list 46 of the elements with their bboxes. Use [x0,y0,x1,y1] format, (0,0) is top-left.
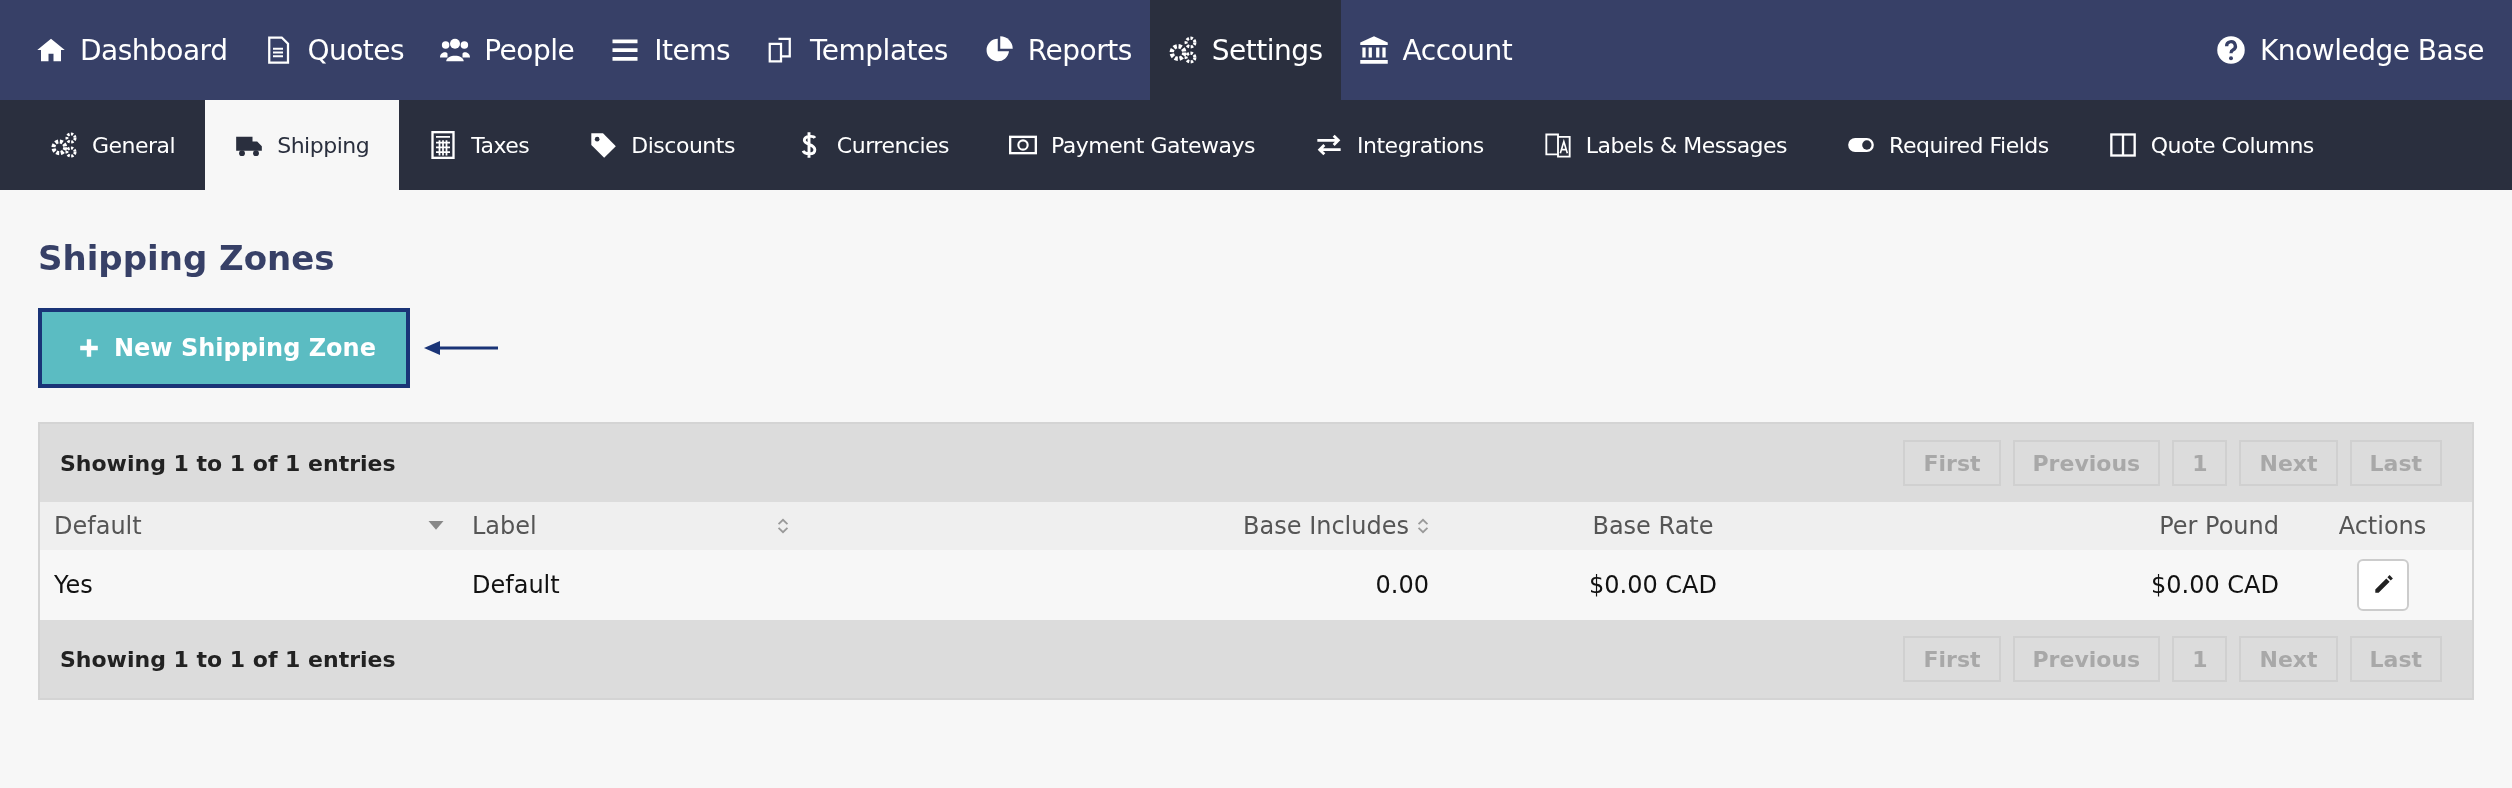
main-menu-tab[interactable]: Quotes [245,0,423,100]
column-header[interactable]: Base Rate [1592,512,1714,540]
gears-icon [50,131,78,159]
plus-icon [78,337,100,359]
main-menu-tab[interactable]: Templates [748,0,966,100]
subsection-tab[interactable]: Integrations [1285,100,1514,190]
main-menu-tab[interactable]: Account [1340,0,1531,100]
subsection-tab[interactable]: Discounts [559,100,765,190]
main-menu-tab[interactable]: Settings [1149,0,1341,100]
calculator-icon [429,131,458,159]
help-icon [2216,35,2246,65]
entries-info: Showing 1 to 1 of 1 entries [60,450,396,476]
subsection-tab[interactable]: Shipping [205,100,400,190]
subsection-tab[interactable]: Labels & Messages [1513,100,1818,190]
subsection-tab[interactable]: Currencies [764,100,980,190]
table-cell: Yes [54,571,93,599]
tag-icon [589,131,618,159]
edit-button[interactable] [2356,559,2409,611]
table-cell: Default [472,571,560,599]
subsection-tab[interactable]: Payment Gateways [979,100,1286,190]
main-menu-tab[interactable]: Reports [965,0,1150,100]
columns-icon [2108,131,2137,159]
knowledge-base-link[interactable]: Knowledge Base [2198,0,2502,100]
gears-icon [1167,35,1198,65]
subsection-tab[interactable]: Quote Columns [2078,100,2344,190]
entries-info: Showing 1 to 1 of 1 entries [60,646,396,672]
column-header[interactable]: Actions [2338,512,2427,540]
page-title: Shipping Zones [38,238,336,278]
subsection-tab[interactable]: Required Fields [1817,100,2079,190]
table-cell: 0.00 [1375,571,1429,599]
sort-icon[interactable] [1417,518,1429,534]
sort-icon[interactable] [777,518,789,534]
bank-icon [1358,35,1389,65]
column-header[interactable]: Per Pound [2159,512,2279,540]
column-header[interactable]: Default [54,512,142,540]
table-cell: $0.00 CAD [1589,571,1717,599]
translate-icon [1543,131,1572,159]
main-menu-tab[interactable]: Items [592,0,748,100]
column-header[interactable]: Base Includes [1243,512,1409,540]
table-cell: $0.00 CAD [2151,571,2279,599]
subsection-tab[interactable]: General [20,100,206,190]
sort-descending-icon[interactable] [428,521,444,531]
main-menu-tab[interactable]: Dashboard [18,0,246,100]
subsection-tab[interactable]: Taxes [399,100,560,190]
column-header[interactable]: Label [472,512,537,540]
main-menu-tab[interactable]: People [422,0,593,100]
